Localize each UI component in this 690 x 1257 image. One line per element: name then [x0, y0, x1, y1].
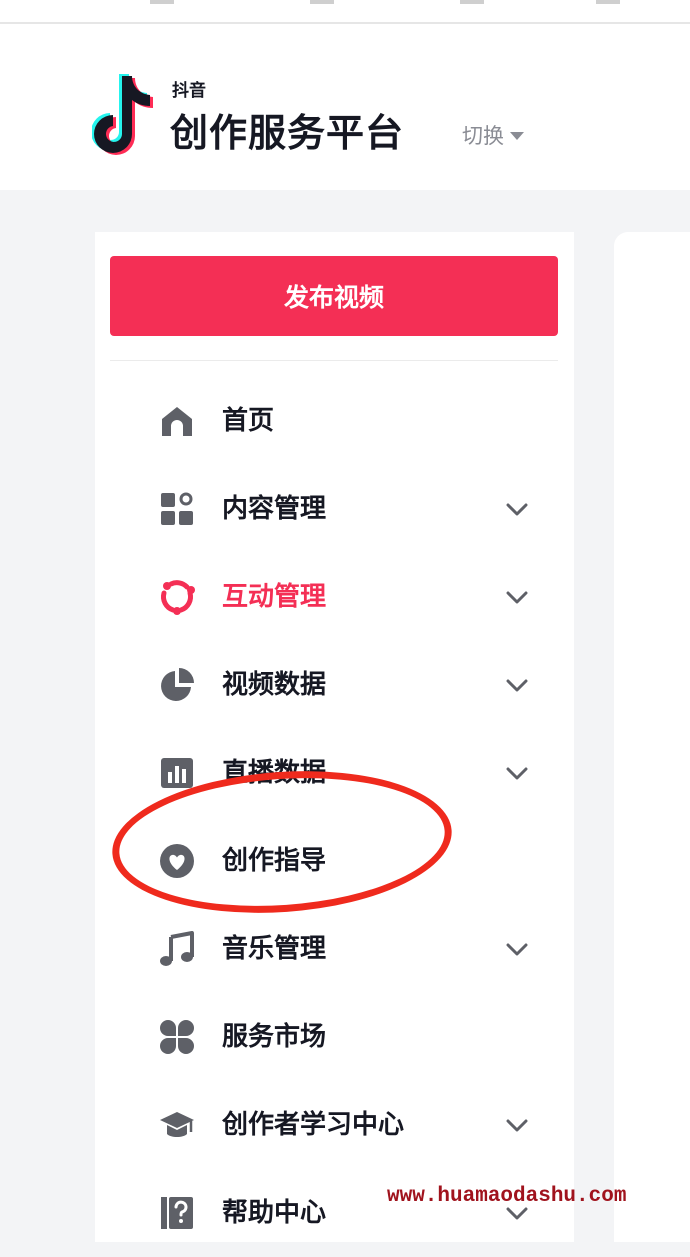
sidebar-item-label: 创作者学习中心: [222, 1110, 405, 1140]
sidebar-item-service-market[interactable]: 服务市场: [95, 993, 574, 1081]
switch-dropdown[interactable]: 切换: [462, 120, 524, 150]
main-content-panel: [614, 232, 690, 1242]
sidebar-item-label: 视频数据: [222, 670, 327, 700]
sidebar-item-label: 音乐管理: [222, 934, 327, 964]
header: 抖音 创作服务平台 切换: [0, 24, 690, 190]
sidebar-item-label: 互动管理: [222, 582, 327, 612]
sidebar-item-label: 服务市场: [222, 1022, 327, 1052]
watermark: www.huamaodashu.com: [387, 1185, 627, 1208]
sidebar-item-content-management[interactable]: 内容管理: [95, 465, 574, 553]
publish-video-button[interactable]: 发布视频: [110, 256, 558, 336]
sidebar-item-help-center[interactable]: 帮助中心: [95, 1169, 574, 1257]
graduation-cap-icon: [160, 1112, 194, 1137]
sidebar-item-interaction-management[interactable]: 互动管理: [95, 553, 574, 641]
home-icon: [162, 407, 192, 436]
sidebar-item-label: 内容管理: [222, 494, 327, 524]
divider: [110, 360, 558, 361]
sidebar: 发布视频 首页 内容管理 互动管理 视频数据 直播数据 创作指导 音乐管理 服务…: [95, 232, 574, 1242]
chevron-down-icon[interactable]: [503, 1113, 531, 1137]
chevron-down-icon[interactable]: [503, 585, 531, 609]
help-icon: [161, 1197, 193, 1229]
sidebar-item-video-data[interactable]: 视频数据: [95, 641, 574, 729]
top-browser-strip: [0, 0, 690, 24]
chevron-down-icon[interactable]: [503, 673, 531, 697]
switch-label: 切换: [462, 124, 504, 148]
sidebar-item-label: 帮助中心: [222, 1198, 327, 1228]
sidebar-item-creator-learning-center[interactable]: 创作者学习中心: [95, 1081, 574, 1169]
sidebar-item-label: 首页: [222, 406, 275, 436]
bar-chart-icon: [161, 758, 193, 788]
chevron-down-icon[interactable]: [503, 497, 531, 521]
douyin-logo-icon[interactable]: [92, 72, 160, 168]
interaction-icon: [161, 580, 195, 615]
content-grid-icon: [161, 492, 193, 525]
clover-icon: [160, 1020, 194, 1054]
chevron-down-icon[interactable]: [503, 761, 531, 785]
chevron-down-icon[interactable]: [503, 937, 531, 961]
caret-down-icon: [510, 132, 524, 140]
platform-title[interactable]: 创作服务平台: [170, 102, 404, 157]
pie-chart-icon: [161, 668, 194, 701]
logo-small-text: 抖音: [172, 81, 206, 101]
music-note-icon: [160, 931, 194, 966]
sidebar-item-music-management[interactable]: 音乐管理: [95, 905, 574, 993]
sidebar-item-home[interactable]: 首页: [95, 377, 574, 465]
